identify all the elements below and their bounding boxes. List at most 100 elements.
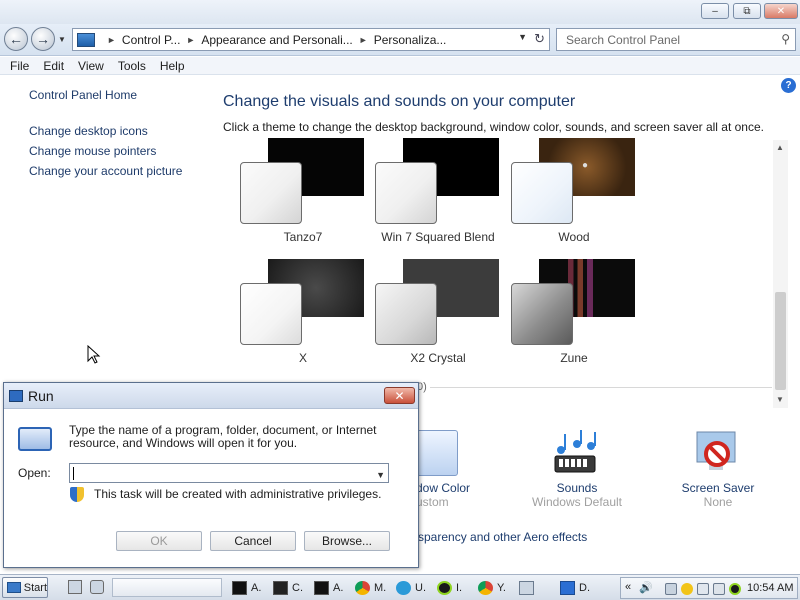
- show-desktop-icon[interactable]: [68, 580, 82, 594]
- theme-window-preview: [375, 283, 437, 345]
- control-panel-icon: [77, 32, 95, 47]
- control-panel-home-link[interactable]: Control Panel Home: [29, 88, 137, 102]
- theme-zune[interactable]: Zune: [509, 259, 639, 377]
- menu-file[interactable]: File: [10, 59, 29, 73]
- taskbar-item-label: Y.: [497, 582, 506, 594]
- address-dropdown-icon[interactable]: ▼: [518, 32, 527, 42]
- help-icon[interactable]: ?: [781, 78, 796, 93]
- taskbar-blank-button[interactable]: [112, 578, 222, 597]
- breadcrumb-item-appearance[interactable]: Appearance and Personali...: [201, 33, 352, 47]
- taskbar-item-i[interactable]: I.: [437, 579, 462, 597]
- taskbar-item-chrome-2[interactable]: Y.: [478, 579, 506, 597]
- cancel-button[interactable]: Cancel: [210, 531, 296, 551]
- window-color-title: dow Color: [416, 481, 471, 495]
- run-command-input[interactable]: ▼: [69, 463, 389, 483]
- smiley-icon[interactable]: [681, 583, 693, 595]
- archive-icon: [273, 581, 288, 595]
- green-circle-icon: [437, 581, 452, 595]
- clock[interactable]: 10:54 AM: [747, 582, 793, 594]
- forward-arrow-icon: →: [36, 31, 50, 47]
- menu-help[interactable]: Help: [160, 59, 185, 73]
- sounds-tile[interactable]: Sounds Windows Default: [524, 481, 630, 509]
- sync-icon[interactable]: [697, 583, 709, 595]
- maximize-button[interactable]: ⧉: [733, 3, 761, 19]
- monitor-icon[interactable]: [713, 583, 725, 595]
- green-status-icon[interactable]: [729, 583, 741, 595]
- run-program-icon: [18, 427, 52, 451]
- run-dialog: Run ✕ Type the name of a program, folder…: [3, 382, 419, 568]
- theme-tanzo7[interactable]: Tanzo7: [238, 138, 368, 256]
- start-button[interactable]: Start: [2, 577, 48, 598]
- menu-view[interactable]: View: [78, 59, 104, 73]
- taskbar-item-chrome-1[interactable]: M.: [355, 579, 386, 597]
- breadcrumb-item-personalization[interactable]: Personaliza...: [374, 33, 447, 47]
- breadcrumb[interactable]: ► Control P... ► Appearance and Personal…: [72, 28, 550, 51]
- change-mouse-pointers-link[interactable]: Change mouse pointers: [29, 144, 156, 158]
- window-icon: [519, 581, 534, 595]
- sounds-title: Sounds: [556, 481, 598, 495]
- window-titlebar: – ⧉ ✕: [0, 0, 800, 24]
- minimize-button[interactable]: –: [701, 3, 729, 19]
- menu-edit[interactable]: Edit: [43, 59, 64, 73]
- mouse-cursor-icon: [87, 345, 101, 364]
- window-color-icon[interactable]: [416, 430, 458, 476]
- network-icon[interactable]: [665, 583, 677, 595]
- quick-launch-icon[interactable]: [90, 580, 104, 594]
- start-label: Start: [23, 581, 47, 594]
- back-button[interactable]: ←: [4, 27, 28, 51]
- taskbar-item-control-panel[interactable]: [519, 579, 538, 597]
- theme-gallery-scrollbar[interactable]: ▲ ▼: [773, 140, 788, 408]
- scroll-down-icon[interactable]: ▼: [776, 395, 784, 404]
- window-color-tile[interactable]: dow Color ustom: [416, 481, 476, 509]
- aero-effects-link[interactable]: sparency and other Aero effects: [418, 530, 587, 544]
- theme-x2-crystal[interactable]: X2 Crystal: [373, 259, 503, 377]
- change-desktop-icons-link[interactable]: Change desktop icons: [29, 124, 148, 138]
- theme-name: Wood: [558, 230, 590, 244]
- taskbar-item-cmd-2[interactable]: A.: [314, 579, 343, 597]
- theme-window-preview: [240, 162, 302, 224]
- taskbar-item-cmd-1[interactable]: A.: [232, 579, 261, 597]
- chrome-icon: [478, 581, 493, 595]
- scroll-up-icon[interactable]: ▲: [776, 143, 784, 152]
- search-icon[interactable]: ⚲: [781, 32, 790, 46]
- search-input[interactable]: Search Control Panel ⚲: [556, 28, 796, 51]
- bird-icon: [396, 581, 411, 595]
- run-close-button[interactable]: ✕: [384, 387, 415, 404]
- theme-x[interactable]: X: [238, 259, 368, 377]
- change-account-picture-link[interactable]: Change your account picture: [29, 164, 182, 178]
- taskbar-item-7zip[interactable]: C.: [273, 579, 303, 597]
- theme-wood[interactable]: ● Wood: [509, 138, 639, 256]
- volume-icon[interactable]: 🔊: [639, 581, 653, 594]
- theme-name: Tanzo7: [283, 230, 323, 244]
- search-placeholder: Search Control Panel: [566, 32, 681, 47]
- scrollbar-thumb[interactable]: [775, 292, 786, 390]
- browse-button[interactable]: Browse...: [304, 531, 390, 551]
- theme-name: X2 Crystal: [410, 351, 466, 365]
- recent-pages-chevron-icon[interactable]: ▼: [58, 35, 66, 44]
- ok-button[interactable]: OK: [116, 531, 202, 551]
- menu-tools[interactable]: Tools: [118, 59, 146, 73]
- screen-saver-title: Screen Saver: [681, 481, 755, 495]
- run-dialog-titlebar[interactable]: Run ✕: [4, 383, 418, 409]
- taskbar-item-label: C.: [292, 582, 303, 594]
- admin-privileges-note: This task will be created with administr…: [94, 487, 382, 501]
- system-tray: « 🔊 10:54 AM: [620, 577, 798, 599]
- theme-win7-squared-blend[interactable]: Win 7 Squared Blend: [373, 138, 503, 256]
- theme-name: X: [298, 351, 307, 365]
- run-title-icon: [9, 390, 23, 402]
- screen-saver-icon[interactable]: [693, 428, 741, 476]
- console-icon: [314, 581, 329, 595]
- tray-expand-icon[interactable]: «: [625, 581, 631, 593]
- taskbar-item-d[interactable]: D.: [560, 579, 590, 597]
- close-window-button[interactable]: ✕: [764, 3, 798, 19]
- refresh-icon[interactable]: ↻: [534, 31, 545, 47]
- taskbar-item-u[interactable]: U.: [396, 579, 426, 597]
- taskbar-item-label: M.: [374, 582, 387, 594]
- forward-button[interactable]: →: [31, 27, 55, 51]
- chevron-down-icon[interactable]: ▼: [376, 466, 385, 484]
- breadcrumb-item-control-panel[interactable]: Control P...: [122, 33, 180, 47]
- address-toolbar: ← → ▼ ► Control P... ► Appearance and Pe…: [0, 24, 800, 56]
- sounds-icon[interactable]: [551, 428, 601, 478]
- theme-name: Zune: [560, 351, 588, 365]
- screen-saver-tile[interactable]: Screen Saver None: [668, 481, 768, 509]
